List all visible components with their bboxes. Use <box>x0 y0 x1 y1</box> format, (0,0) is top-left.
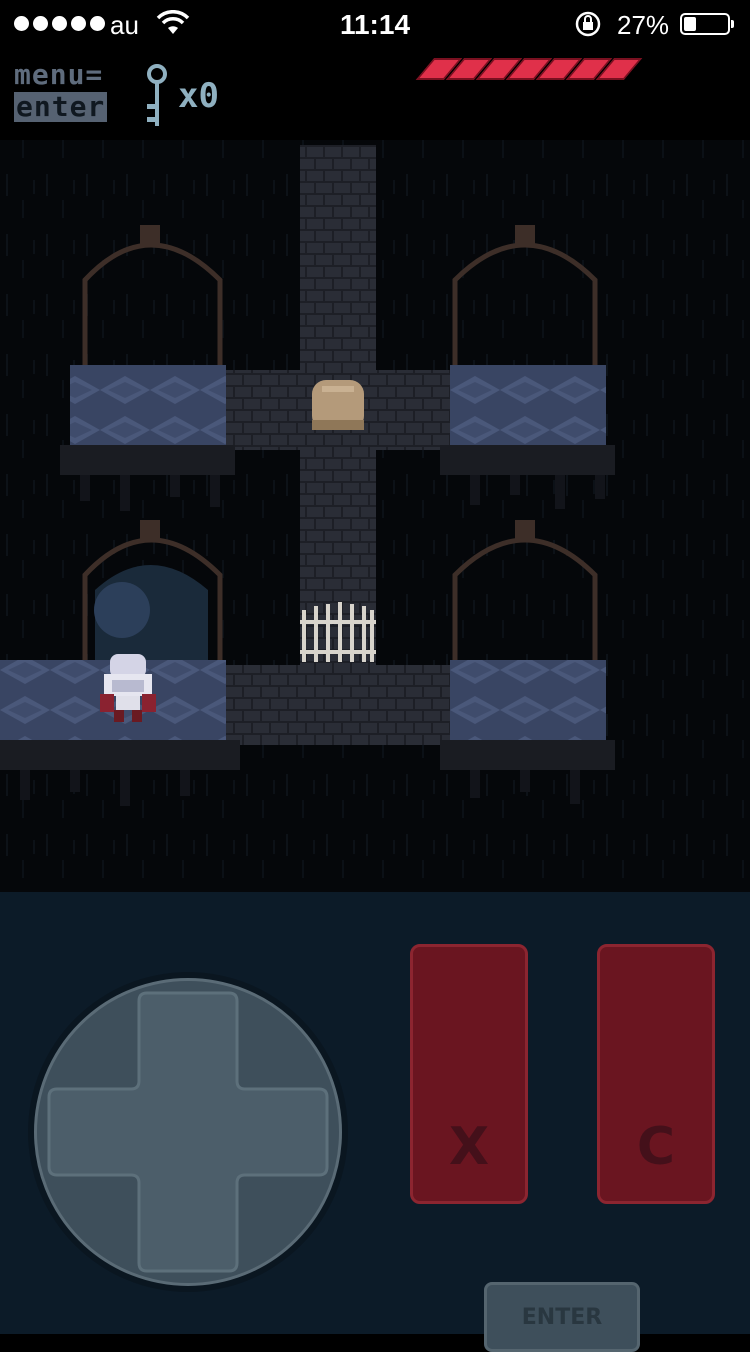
virtual-controls: X C ENTER <box>0 892 750 1352</box>
platform-bottom-right <box>450 660 606 740</box>
status-bar: au 11:14 27% <box>0 0 750 50</box>
battery-icon <box>680 13 734 35</box>
enter-button[interactable]: ENTER <box>484 1282 640 1352</box>
x-button[interactable]: X <box>410 944 528 1204</box>
lower-walkway <box>225 665 455 745</box>
dpad-cross-icon <box>47 991 329 1273</box>
key-count-value: 0 <box>198 76 219 116</box>
tree-icon <box>94 582 150 638</box>
rotation-lock-icon <box>575 11 601 37</box>
battery-percent: 27% <box>617 10 670 40</box>
key-count-prefix: x <box>178 76 199 116</box>
menu-label: menu= <box>14 58 104 91</box>
health-bar <box>415 58 643 80</box>
game-viewport[interactable]: menu= enter x0 <box>0 50 750 892</box>
sack-object <box>312 380 364 430</box>
platform-top-left <box>70 365 226 445</box>
platform-top-right <box>450 365 606 445</box>
dpad[interactable] <box>34 978 342 1286</box>
c-button[interactable]: C <box>597 944 715 1204</box>
dungeon-scene <box>0 140 750 892</box>
key-count: x0 <box>178 76 219 116</box>
menu-enter-label: enter <box>14 90 108 123</box>
menu-hint: menu= enter <box>14 58 108 123</box>
key-icon <box>147 64 167 126</box>
